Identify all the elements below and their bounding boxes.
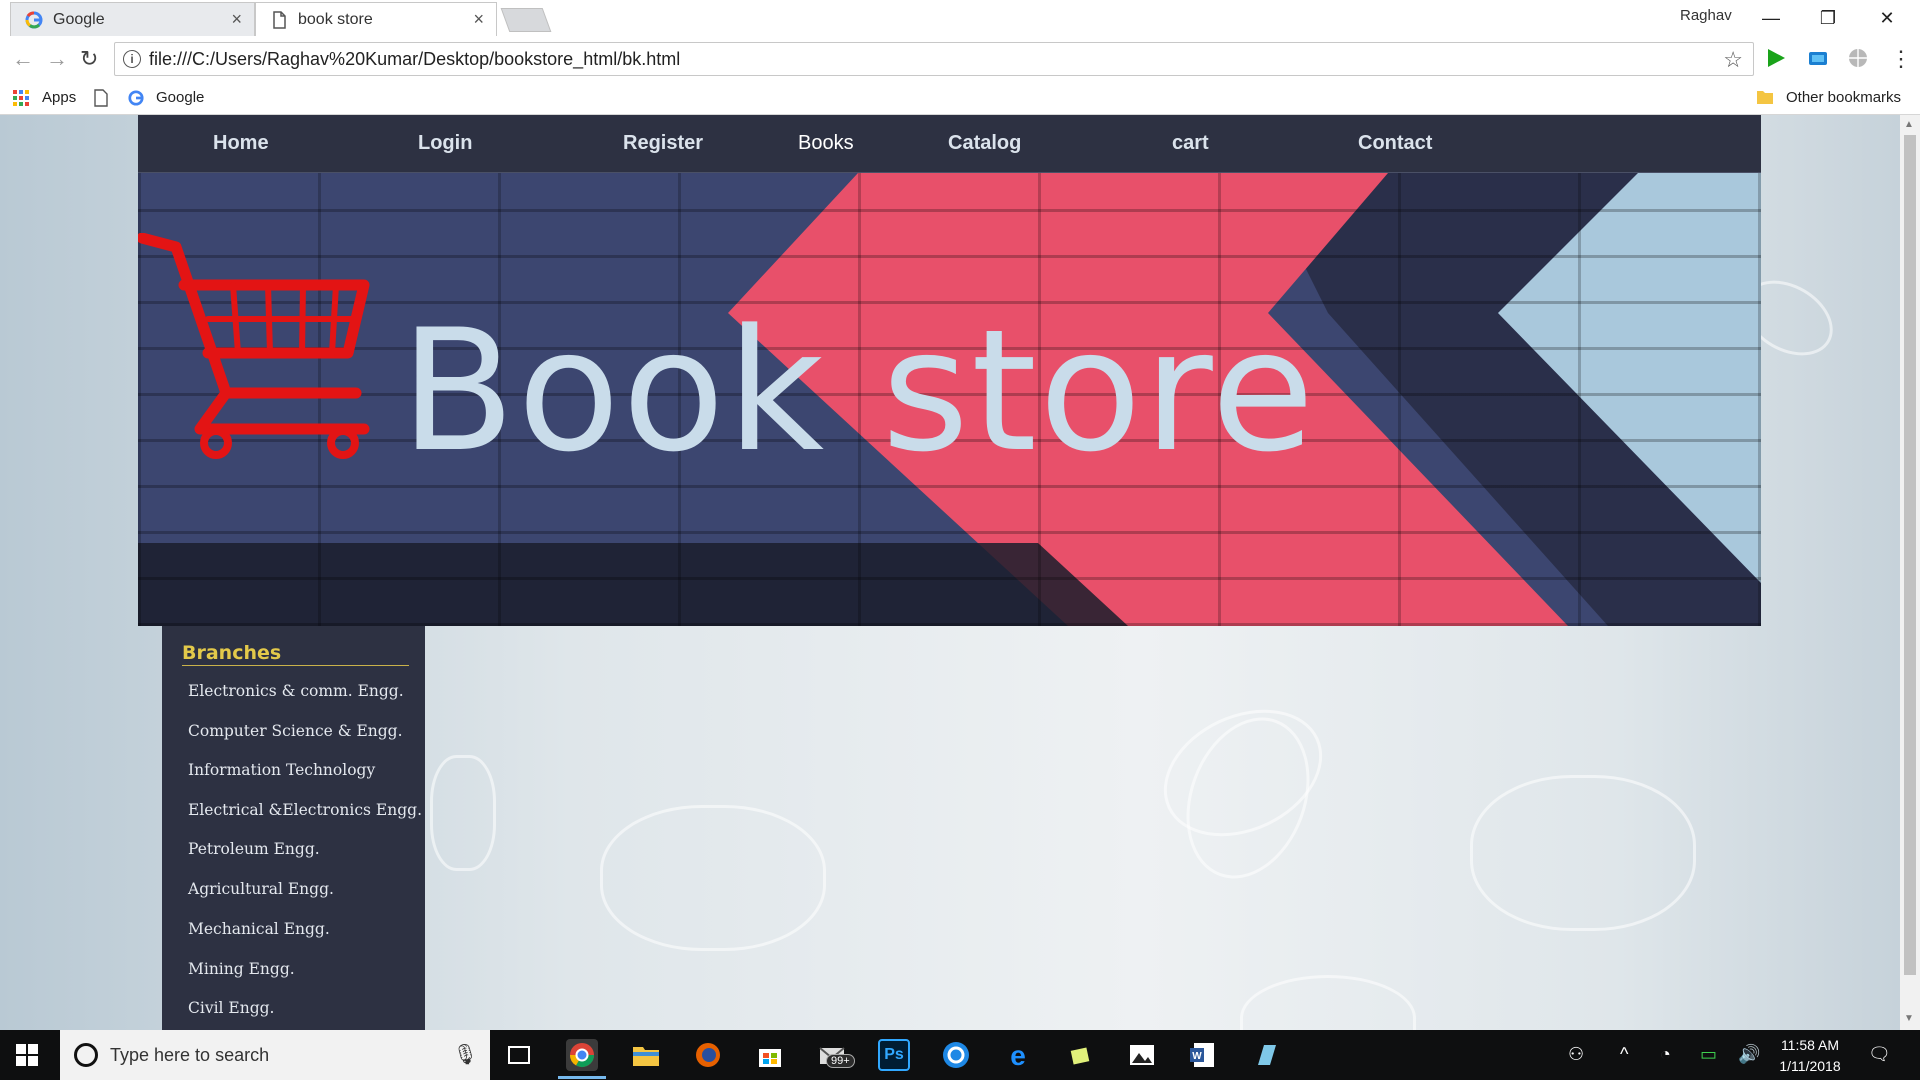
apple-doodle [1240,975,1416,1030]
info-icon[interactable]: i [123,50,141,68]
branch-link[interactable]: Mining Engg. [188,960,295,978]
svg-text:W: W [1192,1051,1202,1062]
play-extension-icon[interactable] [1764,46,1788,70]
windows-taskbar: Type here to search 🎙 99+ Ps e W ⚇ ^ ◔ ▭… [0,1030,1920,1080]
word-icon[interactable]: W [1188,1039,1220,1071]
chrome-taskbar-icon[interactable] [566,1039,598,1071]
task-view-icon[interactable] [503,1039,535,1071]
branch-link[interactable]: Computer Science & Engg. [188,722,403,740]
app-icon[interactable] [1250,1039,1282,1071]
nav-register[interactable]: Register [623,132,703,155]
cloud-doodle [1470,775,1696,931]
cast-extension-icon[interactable] [1806,46,1830,70]
branches-sidebar: Branches Electronics & comm. Engg. Compu… [162,626,425,1030]
forward-arrow-icon[interactable]: → [46,46,68,72]
restore-button[interactable]: ❐ [1806,4,1850,32]
site-navbar: Home Login Register Books Catalog cart C… [138,115,1761,173]
nav-cart[interactable]: cart [1172,132,1209,155]
notification-badge: 99+ [826,1054,855,1068]
tab-close-icon[interactable]: × [231,9,242,30]
nav-contact[interactable]: Contact [1358,132,1432,155]
branch-link[interactable]: Electronics & comm. Engg. [188,682,404,700]
clock[interactable]: 11:58 AM 1/11/2018 [1770,1035,1850,1077]
volume-icon[interactable]: 🔊 [1738,1044,1760,1065]
scroll-down-icon[interactable]: ▼ [1904,1013,1914,1024]
search-placeholder: Type here to search [110,1045,270,1065]
globe-extension-icon[interactable] [1846,46,1870,70]
blank-page-icon[interactable] [94,89,108,111]
store-icon[interactable] [754,1039,786,1071]
cloud-doodle [600,805,826,951]
tab-title: book store [298,11,373,28]
tab-strip: Google × book store × Raghav — ❐ ✕ [0,0,1920,37]
svg-text:e: e [1010,1040,1026,1071]
wifi-icon[interactable]: ◔ [1660,1044,1671,1065]
shopping-cart-icon [138,233,370,459]
bookmark-other[interactable]: Other bookmarks [1786,89,1901,106]
google-favicon-icon [25,11,43,29]
branch-link[interactable]: Petroleum Engg. [188,840,320,858]
nav-catalog[interactable]: Catalog [948,132,1021,155]
bookmark-star-icon[interactable]: ☆ [1723,47,1743,73]
minimize-button[interactable]: — [1749,4,1793,32]
bookmarks-bar: Apps Google Other bookmarks [0,82,1920,115]
hero-banner: Book store [138,173,1761,626]
edge-icon[interactable]: e [1002,1039,1034,1071]
vertical-scrollbar[interactable]: ▲ ▼ [1900,115,1920,1030]
close-window-button[interactable]: ✕ [1865,4,1909,32]
photoshop-icon[interactable]: Ps [878,1039,910,1071]
new-tab-button[interactable] [500,8,552,32]
apps-grid-icon[interactable] [12,89,30,107]
reload-icon[interactable]: ↻ [80,46,98,72]
browser-toolbar: ← → ↻ i file:///C:/Users/Raghav%20Kumar/… [0,36,1920,82]
firefox-icon[interactable] [692,1039,724,1071]
folder-icon[interactable] [1756,89,1774,109]
branch-link[interactable]: Civil Engg. [188,999,274,1017]
branch-link[interactable]: Electrical &Electronics Engg. [188,801,422,819]
scroll-thumb[interactable] [1904,135,1916,975]
address-bar[interactable]: i file:///C:/Users/Raghav%20Kumar/Deskto… [114,42,1754,76]
nav-books[interactable]: Books [798,132,854,155]
action-center-icon[interactable]: 🗨 [1868,1044,1891,1065]
photos-icon[interactable] [1126,1039,1158,1071]
branch-link[interactable]: Agricultural Engg. [188,880,334,898]
banner-title: Book store [400,293,1317,489]
nav-login[interactable]: Login [418,132,472,155]
file-explorer-icon[interactable] [630,1039,662,1071]
windows-start-icon[interactable] [16,1044,38,1066]
sidebar-heading: Branches [182,642,409,666]
people-icon[interactable]: ⚇ [1568,1044,1584,1065]
cortana-icon [74,1043,98,1067]
bulb-doodle [430,755,496,871]
date-text: 1/11/2018 [1779,1058,1841,1074]
notes-icon[interactable] [1064,1039,1096,1071]
running-indicator [558,1076,606,1079]
url-text[interactable]: file:///C:/Users/Raghav%20Kumar/Desktop/… [149,49,680,70]
tab-book-store[interactable]: book store × [255,2,497,36]
microphone-icon[interactable]: 🎙 [453,1042,478,1067]
branch-link[interactable]: Mechanical Engg. [188,920,330,938]
battery-icon[interactable]: ▭ [1700,1044,1717,1065]
time-text: 11:58 AM [1780,1037,1840,1053]
tab-close-icon[interactable]: × [473,9,484,30]
back-arrow-icon[interactable]: ← [12,46,34,72]
tab-title: Google [53,11,105,28]
bookmark-apps[interactable]: Apps [42,89,76,106]
nav-home[interactable]: Home [213,132,269,155]
taskbar-search[interactable]: Type here to search 🎙 [60,1030,490,1080]
branch-link[interactable]: Information Technology [188,761,375,779]
scroll-up-icon[interactable]: ▲ [1904,119,1914,130]
menu-kebab-icon[interactable]: ⋮ [1890,46,1912,72]
profile-name[interactable]: Raghav [1680,7,1732,24]
page-viewport: Home Login Register Books Catalog cart C… [0,115,1900,1030]
show-hidden-icons[interactable]: ^ [1620,1044,1628,1065]
tab-google[interactable]: Google × [10,2,255,36]
page-icon [273,11,286,29]
bookmark-google[interactable]: Google [156,89,204,106]
sync-icon[interactable] [940,1039,972,1071]
google-bookmark-icon[interactable] [128,89,144,106]
